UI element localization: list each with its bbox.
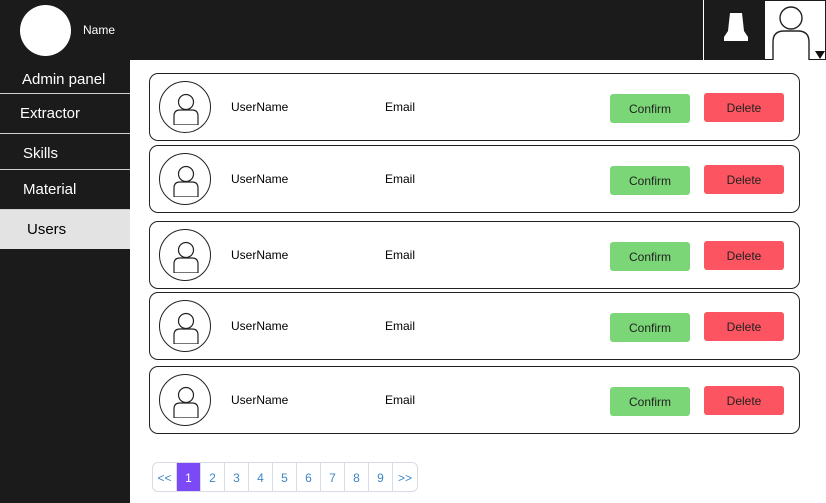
confirm-button[interactable]: Confirm xyxy=(610,313,690,342)
notifications-button[interactable] xyxy=(703,0,765,60)
confirm-button[interactable]: Confirm xyxy=(610,387,690,416)
user-email: Email xyxy=(385,248,416,262)
page-button-7[interactable]: 7 xyxy=(321,463,345,491)
delete-button[interactable]: Delete xyxy=(704,241,784,270)
page-button-1[interactable]: 1 xyxy=(177,463,201,491)
page-button-2[interactable]: 2 xyxy=(201,463,225,491)
bell-icon xyxy=(724,13,748,41)
page-button-3[interactable]: 3 xyxy=(225,463,249,491)
sidebar-item-material[interactable]: Material xyxy=(0,169,130,209)
user-icon xyxy=(173,386,199,418)
user-card: UserName Email Confirm Delete xyxy=(149,145,800,213)
user-name: UserName xyxy=(231,172,289,186)
user-card: UserName Email Confirm Delete xyxy=(149,366,800,434)
user-card: UserName Email Confirm Delete xyxy=(149,292,800,360)
user-avatar xyxy=(159,153,211,205)
page-button-8[interactable]: 8 xyxy=(345,463,369,491)
user-email: Email xyxy=(385,172,416,186)
user-icon xyxy=(173,312,199,344)
user-name: UserName xyxy=(231,248,289,262)
top-bar: Name xyxy=(0,0,826,60)
delete-button[interactable]: Delete xyxy=(704,312,784,341)
sidebar: Admin panel Extractor Skills Material Us… xyxy=(0,60,130,503)
sidebar-item-label: Extractor xyxy=(20,105,81,122)
user-name: UserName xyxy=(231,393,289,407)
page-button-4[interactable]: 4 xyxy=(249,463,273,491)
page-button-6[interactable]: 6 xyxy=(297,463,321,491)
brand-name: Name xyxy=(83,23,116,37)
user-card: UserName Email Confirm Delete xyxy=(149,73,800,141)
sidebar-item-label: Skills xyxy=(23,145,59,162)
confirm-button[interactable]: Confirm xyxy=(610,242,690,271)
profile-menu-button[interactable] xyxy=(764,0,826,60)
user-name: UserName xyxy=(231,319,289,333)
user-avatar xyxy=(159,229,211,281)
user-email: Email xyxy=(385,319,416,333)
sidebar-item-label: Users xyxy=(27,221,67,238)
sidebar-title: Admin panel xyxy=(22,71,106,88)
delete-button[interactable]: Delete xyxy=(704,165,784,194)
page-button-9[interactable]: 9 xyxy=(369,463,393,491)
user-icon xyxy=(173,241,199,273)
user-avatar xyxy=(159,374,211,426)
sidebar-item-skills[interactable]: Skills xyxy=(0,133,130,173)
user-name: UserName xyxy=(231,100,289,114)
user-icon xyxy=(173,165,199,197)
user-avatar xyxy=(159,81,211,133)
user-icon xyxy=(772,6,810,60)
sidebar-item-label: Material xyxy=(23,181,77,198)
caret-down-icon xyxy=(815,51,825,59)
user-card: UserName Email Confirm Delete xyxy=(149,221,800,289)
confirm-button[interactable]: Confirm xyxy=(610,94,690,123)
user-email: Email xyxy=(385,100,416,114)
delete-button[interactable]: Delete xyxy=(704,93,784,122)
user-email: Email xyxy=(385,393,416,407)
page-prev-button[interactable]: << xyxy=(153,463,177,491)
page-next-button[interactable]: >> xyxy=(393,463,417,491)
brand-avatar xyxy=(20,5,71,56)
sidebar-item-extractor[interactable]: Extractor xyxy=(0,93,130,133)
page-button-5[interactable]: 5 xyxy=(273,463,297,491)
confirm-button[interactable]: Confirm xyxy=(610,166,690,195)
sidebar-item-users[interactable]: Users xyxy=(0,209,130,249)
delete-button[interactable]: Delete xyxy=(704,386,784,415)
user-icon xyxy=(173,93,199,125)
pagination: << 1 2 3 4 5 6 7 8 9 >> xyxy=(152,462,418,492)
user-avatar xyxy=(159,300,211,352)
